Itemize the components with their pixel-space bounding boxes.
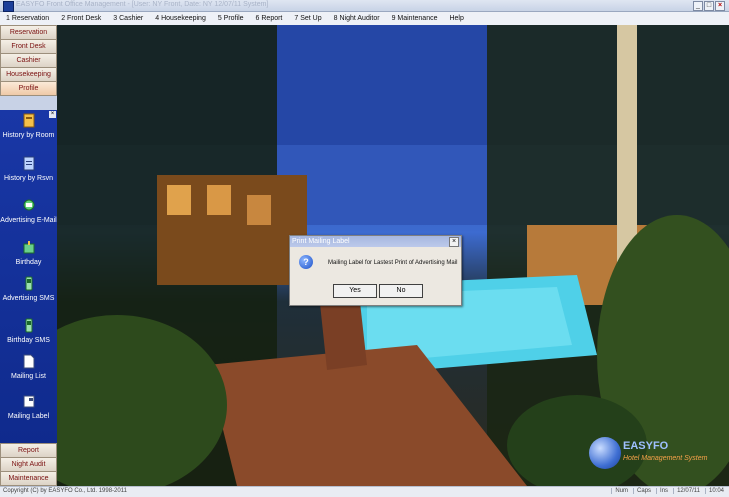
dialog-close-icon[interactable]: × [449,237,459,247]
caps-lock-indicator: Caps [633,488,654,494]
status-time: 10:04 [704,488,727,494]
menu-help[interactable]: Help [443,15,469,22]
logo-globe-icon [589,437,621,469]
maximize-button[interactable]: □ [704,1,714,11]
nav-report[interactable]: Report [0,443,57,458]
easyfo-logo: EASYFO Hotel Management System [589,437,725,481]
menu-cashier[interactable]: 3 Cashier [107,15,149,22]
menu-profile[interactable]: 5 Profile [212,15,250,22]
tool-history-by-rsvn[interactable]: History by Rsvn [0,156,57,183]
nav-cashier[interactable]: Cashier [0,53,57,68]
menu-night-auditor[interactable]: 8 Night Auditor [328,15,386,22]
document-icon [23,354,34,369]
nav-maintenance[interactable]: Maintenance [0,471,57,486]
window-title: EASYFO Front Office Management - [User: … [16,1,269,8]
copyright-text: Copyright (C) by EASYFO Co., Ltd. 1998-2… [3,488,127,494]
tool-birthday[interactable]: Birthday [0,240,57,267]
status-bar: Copyright (C) by EASYFO Co., Ltd. 1998-2… [0,486,729,497]
phone-icon [25,276,32,291]
question-icon: ? [299,255,313,269]
history-rsvn-icon [23,156,34,171]
nav-housekeeping[interactable]: Housekeeping [0,67,57,82]
nav-profile[interactable]: Profile [0,81,57,96]
phone-icon [25,318,32,333]
profile-tools-panel: × History by Room History by Rsvn Advert… [0,110,57,450]
status-date: 12/07/11 [673,488,703,494]
no-button[interactable]: No [379,284,423,298]
dialog-title: Print Mailing Label [292,238,350,245]
menu-reservation[interactable]: 1 Reservation [0,15,55,22]
logo-tagline: Hotel Management System [623,455,708,462]
nav-front-desk[interactable]: Front Desk [0,39,57,54]
tool-mailing-list[interactable]: Mailing List [0,354,57,381]
window-controls: _ □ × [693,1,725,11]
logo-brand: EASYFO [623,440,669,452]
status-indicators: Num Caps Ins 12/07/11 10:04 [611,488,727,494]
minimize-button[interactable]: _ [693,1,703,11]
dialog-title-bar: Print Mailing Label × [290,236,461,247]
menu-set-up[interactable]: 7 Set Up [288,15,327,22]
nav-night-audit[interactable]: Night Audit [0,457,57,472]
tool-mailing-label[interactable]: Mailing Label [0,394,57,421]
close-button[interactable]: × [715,1,725,11]
menu-maintenance[interactable]: 9 Maintenance [386,15,444,22]
yes-button[interactable]: Yes [333,284,377,298]
tool-birthday-sms[interactable]: Birthday SMS [0,318,57,345]
num-lock-indicator: Num [611,488,631,494]
birthday-icon [23,241,34,254]
app-icon [3,1,14,12]
menu-front-desk[interactable]: 2 Front Desk [55,15,107,22]
tool-history-by-room[interactable]: History by Room [0,113,57,140]
history-room-icon [23,113,34,128]
print-mailing-label-dialog: Print Mailing Label × ? Mailing Label fo… [289,235,462,306]
email-icon [23,199,34,211]
label-icon [23,395,34,408]
menu-report[interactable]: 6 Report [250,15,289,22]
menu-housekeeping[interactable]: 4 Housekeeping [149,15,212,22]
nav-reservation[interactable]: Reservation [0,25,57,40]
tool-advertising-email[interactable]: Advertising E-Mail [0,198,57,225]
title-bar: EASYFO Front Office Management - [User: … [0,0,729,12]
menu-bar: 1 Reservation 2 Front Desk 3 Cashier 4 H… [0,12,729,26]
dialog-message: Mailing Label for Lastest Print of Adver… [328,260,458,266]
sidebar: Reservation Front Desk Cashier Housekeep… [0,25,57,486]
insert-indicator: Ins [656,488,671,494]
tool-advertising-sms[interactable]: Advertising SMS [0,276,57,303]
